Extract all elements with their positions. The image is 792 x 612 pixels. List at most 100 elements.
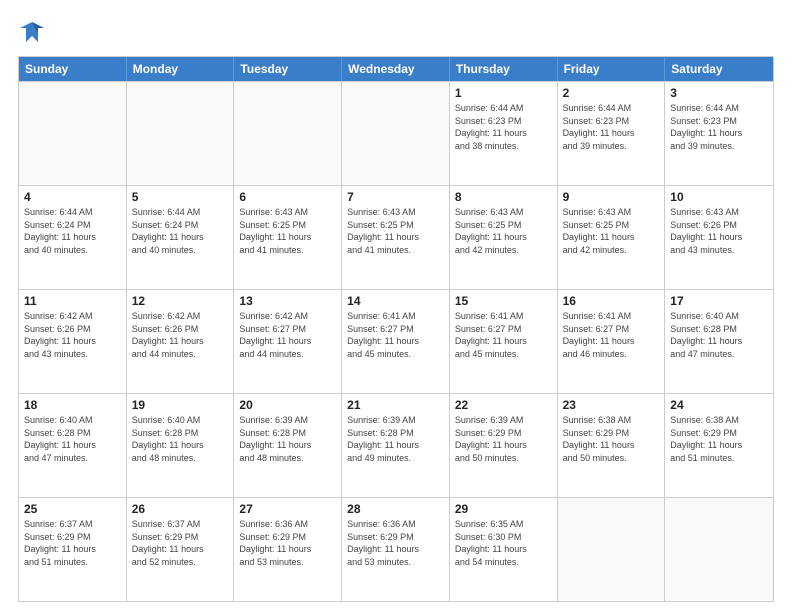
cal-cell: 21Sunrise: 6:39 AMSunset: 6:28 PMDayligh… <box>342 394 450 497</box>
day-number: 23 <box>563 397 660 413</box>
day-number: 26 <box>132 501 229 517</box>
cal-cell: 14Sunrise: 6:41 AMSunset: 6:27 PMDayligh… <box>342 290 450 393</box>
day-info: Sunrise: 6:37 AMSunset: 6:29 PMDaylight:… <box>24 518 121 568</box>
day-number: 9 <box>563 189 660 205</box>
day-info: Sunrise: 6:44 AMSunset: 6:23 PMDaylight:… <box>670 102 768 152</box>
day-info: Sunrise: 6:36 AMSunset: 6:29 PMDaylight:… <box>347 518 444 568</box>
cal-cell: 7Sunrise: 6:43 AMSunset: 6:25 PMDaylight… <box>342 186 450 289</box>
day-number: 12 <box>132 293 229 309</box>
day-number: 15 <box>455 293 552 309</box>
day-info: Sunrise: 6:39 AMSunset: 6:28 PMDaylight:… <box>239 414 336 464</box>
cal-cell: 4Sunrise: 6:44 AMSunset: 6:24 PMDaylight… <box>19 186 127 289</box>
day-number: 25 <box>24 501 121 517</box>
day-info: Sunrise: 6:43 AMSunset: 6:25 PMDaylight:… <box>239 206 336 256</box>
day-info: Sunrise: 6:41 AMSunset: 6:27 PMDaylight:… <box>347 310 444 360</box>
day-header-thursday: Thursday <box>450 57 558 81</box>
cal-cell: 24Sunrise: 6:38 AMSunset: 6:29 PMDayligh… <box>665 394 773 497</box>
cal-cell: 29Sunrise: 6:35 AMSunset: 6:30 PMDayligh… <box>450 498 558 601</box>
cal-cell: 13Sunrise: 6:42 AMSunset: 6:27 PMDayligh… <box>234 290 342 393</box>
day-info: Sunrise: 6:42 AMSunset: 6:27 PMDaylight:… <box>239 310 336 360</box>
day-info: Sunrise: 6:40 AMSunset: 6:28 PMDaylight:… <box>132 414 229 464</box>
day-number: 24 <box>670 397 768 413</box>
calendar-header: SundayMondayTuesdayWednesdayThursdayFrid… <box>19 57 773 81</box>
cal-cell <box>19 82 127 185</box>
day-number: 11 <box>24 293 121 309</box>
day-number: 3 <box>670 85 768 101</box>
cal-cell: 9Sunrise: 6:43 AMSunset: 6:25 PMDaylight… <box>558 186 666 289</box>
day-header-sunday: Sunday <box>19 57 127 81</box>
day-info: Sunrise: 6:44 AMSunset: 6:24 PMDaylight:… <box>24 206 121 256</box>
day-info: Sunrise: 6:43 AMSunset: 6:26 PMDaylight:… <box>670 206 768 256</box>
day-info: Sunrise: 6:39 AMSunset: 6:28 PMDaylight:… <box>347 414 444 464</box>
cal-cell: 1Sunrise: 6:44 AMSunset: 6:23 PMDaylight… <box>450 82 558 185</box>
day-number: 19 <box>132 397 229 413</box>
day-number: 29 <box>455 501 552 517</box>
day-info: Sunrise: 6:40 AMSunset: 6:28 PMDaylight:… <box>24 414 121 464</box>
week-row-4: 25Sunrise: 6:37 AMSunset: 6:29 PMDayligh… <box>19 497 773 601</box>
cal-cell: 16Sunrise: 6:41 AMSunset: 6:27 PMDayligh… <box>558 290 666 393</box>
cal-cell: 22Sunrise: 6:39 AMSunset: 6:29 PMDayligh… <box>450 394 558 497</box>
cal-cell: 15Sunrise: 6:41 AMSunset: 6:27 PMDayligh… <box>450 290 558 393</box>
day-header-friday: Friday <box>558 57 666 81</box>
day-info: Sunrise: 6:42 AMSunset: 6:26 PMDaylight:… <box>132 310 229 360</box>
day-header-saturday: Saturday <box>665 57 773 81</box>
cal-cell: 3Sunrise: 6:44 AMSunset: 6:23 PMDaylight… <box>665 82 773 185</box>
cal-cell: 26Sunrise: 6:37 AMSunset: 6:29 PMDayligh… <box>127 498 235 601</box>
day-number: 22 <box>455 397 552 413</box>
week-row-1: 4Sunrise: 6:44 AMSunset: 6:24 PMDaylight… <box>19 185 773 289</box>
cal-cell: 19Sunrise: 6:40 AMSunset: 6:28 PMDayligh… <box>127 394 235 497</box>
day-info: Sunrise: 6:44 AMSunset: 6:23 PMDaylight:… <box>563 102 660 152</box>
cal-cell <box>342 82 450 185</box>
logo <box>18 18 50 46</box>
day-number: 17 <box>670 293 768 309</box>
cal-cell: 5Sunrise: 6:44 AMSunset: 6:24 PMDaylight… <box>127 186 235 289</box>
cal-cell: 28Sunrise: 6:36 AMSunset: 6:29 PMDayligh… <box>342 498 450 601</box>
day-number: 8 <box>455 189 552 205</box>
day-header-monday: Monday <box>127 57 235 81</box>
week-row-3: 18Sunrise: 6:40 AMSunset: 6:28 PMDayligh… <box>19 393 773 497</box>
page: SundayMondayTuesdayWednesdayThursdayFrid… <box>0 0 792 612</box>
day-number: 13 <box>239 293 336 309</box>
day-info: Sunrise: 6:44 AMSunset: 6:23 PMDaylight:… <box>455 102 552 152</box>
day-number: 4 <box>24 189 121 205</box>
cal-cell: 12Sunrise: 6:42 AMSunset: 6:26 PMDayligh… <box>127 290 235 393</box>
day-number: 28 <box>347 501 444 517</box>
cal-cell: 6Sunrise: 6:43 AMSunset: 6:25 PMDaylight… <box>234 186 342 289</box>
day-number: 1 <box>455 85 552 101</box>
day-number: 16 <box>563 293 660 309</box>
cal-cell: 27Sunrise: 6:36 AMSunset: 6:29 PMDayligh… <box>234 498 342 601</box>
day-info: Sunrise: 6:44 AMSunset: 6:24 PMDaylight:… <box>132 206 229 256</box>
day-info: Sunrise: 6:43 AMSunset: 6:25 PMDaylight:… <box>455 206 552 256</box>
calendar: SundayMondayTuesdayWednesdayThursdayFrid… <box>18 56 774 602</box>
cal-cell: 11Sunrise: 6:42 AMSunset: 6:26 PMDayligh… <box>19 290 127 393</box>
day-number: 20 <box>239 397 336 413</box>
cal-cell: 23Sunrise: 6:38 AMSunset: 6:29 PMDayligh… <box>558 394 666 497</box>
cal-cell: 25Sunrise: 6:37 AMSunset: 6:29 PMDayligh… <box>19 498 127 601</box>
week-row-2: 11Sunrise: 6:42 AMSunset: 6:26 PMDayligh… <box>19 289 773 393</box>
day-number: 7 <box>347 189 444 205</box>
calendar-body: 1Sunrise: 6:44 AMSunset: 6:23 PMDaylight… <box>19 81 773 601</box>
cal-cell: 10Sunrise: 6:43 AMSunset: 6:26 PMDayligh… <box>665 186 773 289</box>
day-info: Sunrise: 6:38 AMSunset: 6:29 PMDaylight:… <box>563 414 660 464</box>
day-info: Sunrise: 6:41 AMSunset: 6:27 PMDaylight:… <box>563 310 660 360</box>
day-header-tuesday: Tuesday <box>234 57 342 81</box>
day-number: 2 <box>563 85 660 101</box>
day-info: Sunrise: 6:42 AMSunset: 6:26 PMDaylight:… <box>24 310 121 360</box>
cal-cell <box>234 82 342 185</box>
day-number: 18 <box>24 397 121 413</box>
day-number: 6 <box>239 189 336 205</box>
day-info: Sunrise: 6:36 AMSunset: 6:29 PMDaylight:… <box>239 518 336 568</box>
cal-cell: 18Sunrise: 6:40 AMSunset: 6:28 PMDayligh… <box>19 394 127 497</box>
day-number: 21 <box>347 397 444 413</box>
day-info: Sunrise: 6:38 AMSunset: 6:29 PMDaylight:… <box>670 414 768 464</box>
cal-cell: 20Sunrise: 6:39 AMSunset: 6:28 PMDayligh… <box>234 394 342 497</box>
header <box>18 18 774 46</box>
cal-cell: 17Sunrise: 6:40 AMSunset: 6:28 PMDayligh… <box>665 290 773 393</box>
day-info: Sunrise: 6:43 AMSunset: 6:25 PMDaylight:… <box>347 206 444 256</box>
day-number: 14 <box>347 293 444 309</box>
cal-cell: 2Sunrise: 6:44 AMSunset: 6:23 PMDaylight… <box>558 82 666 185</box>
cal-cell <box>558 498 666 601</box>
day-number: 10 <box>670 189 768 205</box>
cal-cell: 8Sunrise: 6:43 AMSunset: 6:25 PMDaylight… <box>450 186 558 289</box>
day-info: Sunrise: 6:41 AMSunset: 6:27 PMDaylight:… <box>455 310 552 360</box>
